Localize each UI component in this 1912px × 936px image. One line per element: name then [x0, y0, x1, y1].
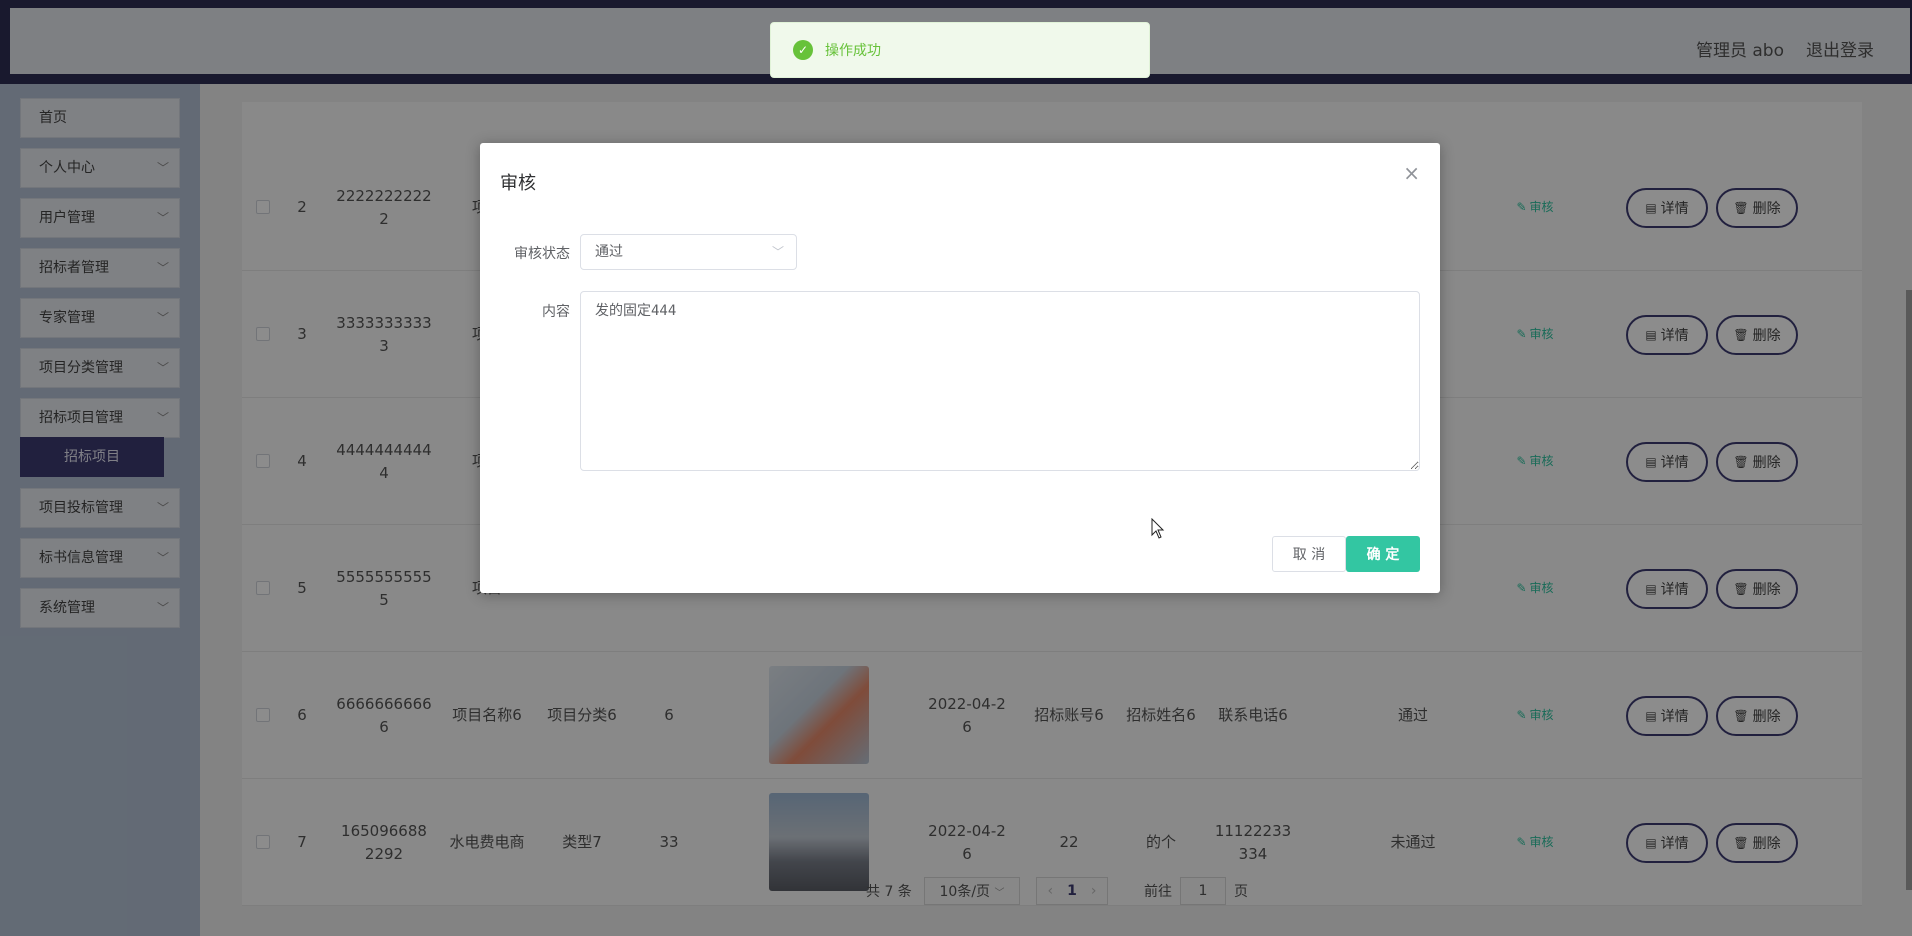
success-toast: ✓ 操作成功: [770, 22, 1150, 78]
check-circle-icon: ✓: [793, 40, 813, 60]
chevron-down-icon: ﹀: [771, 245, 784, 259]
audit-status-label: 审核状态: [514, 246, 570, 262]
close-icon[interactable]: ×: [1403, 161, 1420, 185]
audit-dialog: 审核 × 审核状态 通过 ﹀ 内容 发的固定444 取 消 确 定: [480, 143, 1440, 593]
confirm-button[interactable]: 确 定: [1346, 536, 1420, 572]
content-textarea[interactable]: 发的固定444: [580, 291, 1420, 471]
mouse-cursor-icon: [1151, 518, 1165, 539]
dialog-title: 审核: [500, 173, 536, 194]
toast-message: 操作成功: [825, 43, 881, 59]
cancel-button[interactable]: 取 消: [1272, 536, 1346, 572]
audit-status-value: 通过: [595, 244, 623, 260]
content-label: 内容: [542, 304, 570, 320]
audit-status-select[interactable]: 通过 ﹀: [580, 234, 797, 270]
